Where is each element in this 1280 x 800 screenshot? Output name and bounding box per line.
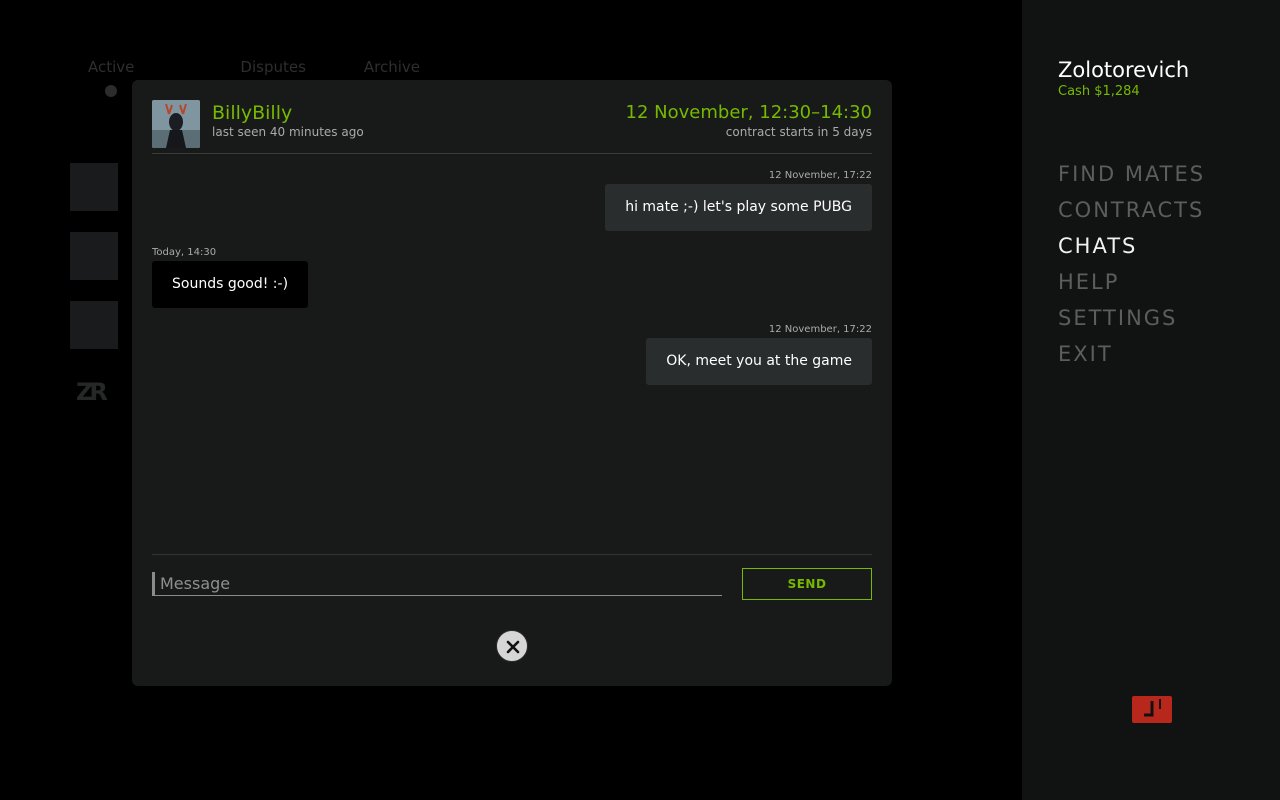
chat-modal: BillyBilly last seen 40 minutes ago 12 N… [132, 80, 892, 686]
sidebar: Zolotorevich Cash $1,284 FIND MATES CONT… [1022, 0, 1280, 800]
main-nav: FIND MATES CONTRACTS CHATS HELP SETTINGS… [1058, 160, 1205, 376]
list-avatar [70, 163, 118, 211]
message-time: 12 November, 17:22 [768, 170, 872, 181]
list-avatar [70, 301, 118, 349]
contract-countdown: contract starts in 5 days [725, 125, 872, 139]
user-cash: Cash $1,284 [1058, 84, 1140, 99]
message-time: Today, 14:30 [152, 247, 217, 258]
user-name: Zolotorevich [1058, 58, 1190, 82]
nav-item-help[interactable]: HELP [1058, 268, 1205, 304]
peer-last-seen: last seen 40 minutes ago [212, 125, 364, 139]
close-button[interactable] [496, 630, 528, 662]
message-input-wrapper [152, 572, 722, 596]
message-bubble-outgoing: hi mate ;-) let's play some PUBG [605, 184, 872, 231]
nav-item-find-mates[interactable]: FIND MATES [1058, 160, 1205, 196]
close-icon [506, 640, 520, 654]
send-button[interactable]: SEND [742, 568, 872, 600]
message-input[interactable] [155, 572, 722, 595]
message-bubble-outgoing: OK, meet you at the game [646, 338, 872, 385]
nav-item-contracts[interactable]: CONTRACTS [1058, 196, 1205, 232]
list-avatar [70, 232, 118, 280]
nav-item-chats[interactable]: CHATS [1058, 232, 1205, 268]
brand-badge-icon [1132, 696, 1172, 723]
message-bubble-incoming: Sounds good! :-) [152, 261, 309, 308]
zr-logo-icon: ZR [76, 378, 108, 406]
tab-disputes: Disputes [240, 58, 306, 76]
composer-divider [152, 554, 872, 555]
active-tab-indicator [105, 85, 117, 97]
tab-archive: Archive [363, 58, 421, 76]
nav-item-settings[interactable]: SETTINGS [1058, 304, 1205, 340]
contract-time: 12 November, 12:30–14:30 [625, 102, 872, 123]
chat-header: BillyBilly last seen 40 minutes ago 12 N… [152, 100, 872, 154]
contract-tabs: Active Disputes Archive [88, 58, 480, 76]
message-time: 12 November, 17:22 [768, 324, 872, 335]
nav-item-exit[interactable]: EXIT [1058, 340, 1205, 376]
peer-name[interactable]: BillyBilly [212, 102, 292, 124]
peer-avatar [152, 100, 200, 148]
tab-active: Active [88, 58, 135, 76]
